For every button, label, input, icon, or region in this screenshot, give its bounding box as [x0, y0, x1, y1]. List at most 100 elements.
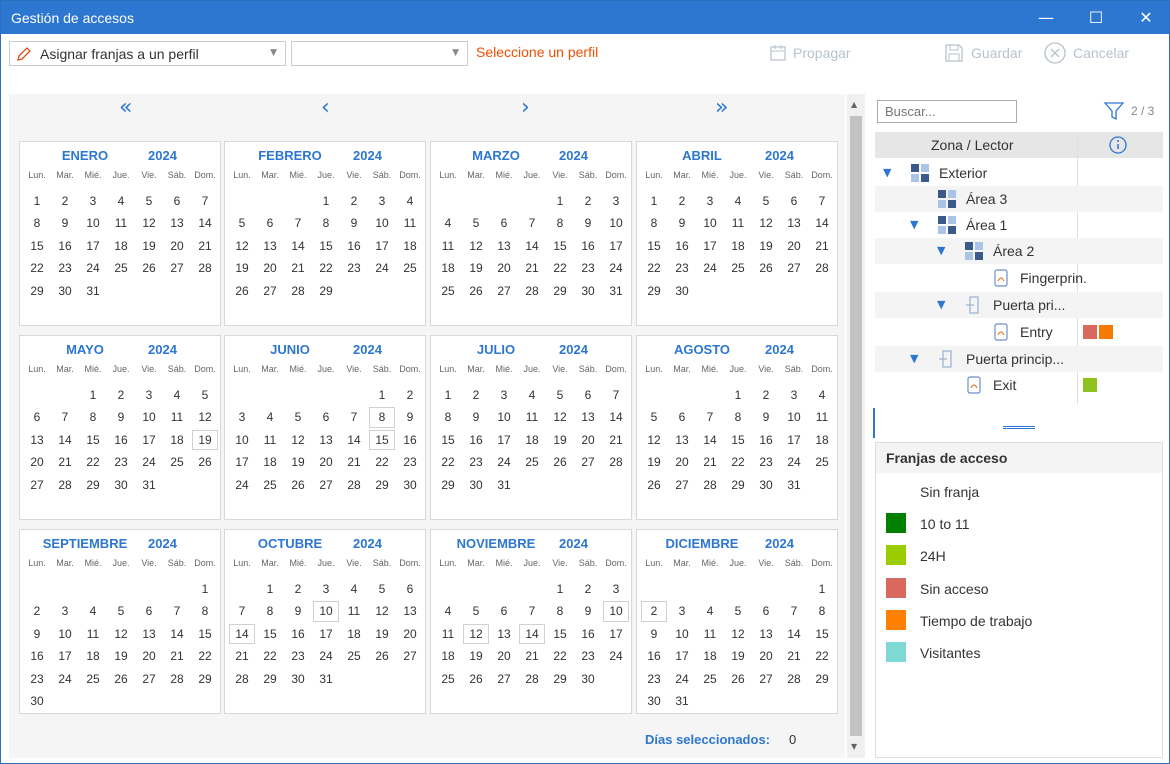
scrollbar-thumb[interactable]	[850, 116, 862, 736]
day-cell[interactable]: 15	[724, 429, 752, 451]
weekday-header[interactable]: Vie.	[340, 558, 368, 568]
day-cell[interactable]: 24	[51, 668, 79, 690]
day-cell[interactable]: 13	[312, 429, 340, 451]
weekday-header[interactable]: Lun.	[434, 558, 462, 568]
day-cell[interactable]: 15	[808, 623, 836, 645]
day-cell[interactable]: 27	[135, 668, 163, 690]
day-cell[interactable]: 6	[780, 190, 808, 212]
day-cell[interactable]: 25	[724, 257, 752, 279]
day-cell[interactable]: 27	[396, 645, 424, 667]
day-cell[interactable]: 17	[228, 451, 256, 473]
month-name[interactable]: NOVIEMBRE	[431, 536, 561, 551]
day-cell[interactable]: 16	[574, 235, 602, 257]
weekday-header[interactable]: Sáb.	[368, 558, 396, 568]
day-cell[interactable]: 17	[668, 645, 696, 667]
month-name[interactable]: JULIO	[431, 342, 561, 357]
day-cell[interactable]: 25	[79, 668, 107, 690]
day-cell[interactable]: 12	[640, 429, 668, 451]
day-cell[interactable]: 17	[312, 623, 340, 645]
day-cell[interactable]: 22	[434, 451, 462, 473]
day-cell[interactable]: 24	[668, 668, 696, 690]
day-cell[interactable]: 11	[724, 212, 752, 234]
day-cell[interactable]: 8	[368, 406, 396, 428]
day-cell[interactable]: 28	[602, 451, 630, 473]
month-name[interactable]: DICIEMBRE	[637, 536, 767, 551]
day-cell[interactable]: 6	[312, 406, 340, 428]
day-cell[interactable]: 15	[79, 429, 107, 451]
day-cell[interactable]: 16	[752, 429, 780, 451]
weekday-header[interactable]: Mar.	[256, 170, 284, 180]
day-cell[interactable]: 5	[107, 600, 135, 622]
weekday-header[interactable]: Jue.	[107, 558, 135, 568]
day-cell[interactable]: 1	[808, 578, 836, 600]
day-cell[interactable]: 5	[752, 190, 780, 212]
day-cell[interactable]: 14	[163, 623, 191, 645]
weekday-header[interactable]: Dom.	[396, 558, 424, 568]
day-cell[interactable]: 14	[780, 623, 808, 645]
day-cell[interactable]: 12	[462, 235, 490, 257]
day-cell[interactable]: 14	[340, 429, 368, 451]
tree-row[interactable]: ▼ Área 1	[875, 212, 1163, 238]
last-year-button[interactable]: »	[715, 96, 728, 120]
day-cell[interactable]: 22	[546, 257, 574, 279]
profile-select[interactable]: ▼	[291, 41, 468, 66]
weekday-header[interactable]: Vie.	[135, 364, 163, 374]
day-cell[interactable]: 11	[434, 623, 462, 645]
weekday-header[interactable]: Lun.	[640, 558, 668, 568]
maximize-button[interactable]: ☐	[1071, 1, 1121, 34]
weekday-header[interactable]: Mié.	[79, 558, 107, 568]
day-cell[interactable]: 16	[107, 429, 135, 451]
day-cell[interactable]: 20	[23, 451, 51, 473]
day-cell[interactable]: 24	[312, 645, 340, 667]
day-cell[interactable]: 25	[107, 257, 135, 279]
day-cell[interactable]: 21	[518, 645, 546, 667]
day-cell[interactable]: 11	[396, 212, 424, 234]
day-cell[interactable]: 24	[696, 257, 724, 279]
day-cell[interactable]: 19	[752, 235, 780, 257]
day-cell[interactable]: 4	[434, 212, 462, 234]
day-cell[interactable]: 31	[602, 280, 630, 302]
day-cell[interactable]: 29	[368, 474, 396, 496]
day-cell[interactable]: 22	[808, 645, 836, 667]
day-cell[interactable]: 2	[51, 190, 79, 212]
tree-row[interactable]: Entry	[875, 319, 1163, 345]
day-cell[interactable]: 6	[752, 600, 780, 622]
day-cell[interactable]: 12	[724, 623, 752, 645]
day-cell[interactable]: 16	[51, 235, 79, 257]
day-cell[interactable]: 13	[780, 212, 808, 234]
day-cell[interactable]: 26	[640, 474, 668, 496]
day-cell[interactable]: 25	[434, 668, 462, 690]
expand-toggle-icon[interactable]: ▼	[883, 166, 891, 179]
day-cell[interactable]: 6	[490, 600, 518, 622]
day-cell[interactable]: 25	[163, 451, 191, 473]
expand-toggle-icon[interactable]: ▼	[910, 218, 918, 231]
weekday-header[interactable]: Lun.	[23, 558, 51, 568]
day-cell[interactable]: 21	[808, 235, 836, 257]
day-cell[interactable]: 18	[256, 451, 284, 473]
day-cell[interactable]: 7	[780, 600, 808, 622]
day-cell[interactable]: 31	[490, 474, 518, 496]
day-cell[interactable]: 10	[780, 406, 808, 428]
day-cell[interactable]: 11	[696, 623, 724, 645]
day-cell[interactable]: 9	[668, 212, 696, 234]
weekday-header[interactable]: Mié.	[696, 364, 724, 374]
day-cell[interactable]: 19	[546, 429, 574, 451]
minimize-button[interactable]: —	[1021, 1, 1071, 34]
weekday-header[interactable]: Vie.	[752, 558, 780, 568]
day-cell[interactable]: 8	[79, 406, 107, 428]
day-cell[interactable]: 6	[135, 600, 163, 622]
weekday-header[interactable]: Vie.	[340, 170, 368, 180]
day-cell[interactable]: 29	[808, 668, 836, 690]
day-cell[interactable]: 7	[228, 600, 256, 622]
day-cell[interactable]: 4	[107, 190, 135, 212]
day-cell[interactable]: 14	[518, 623, 546, 645]
day-cell[interactable]: 21	[518, 257, 546, 279]
day-cell[interactable]: 9	[23, 623, 51, 645]
day-cell[interactable]: 7	[340, 406, 368, 428]
day-cell[interactable]: 19	[191, 429, 219, 451]
day-cell[interactable]: 21	[284, 257, 312, 279]
day-cell[interactable]: 28	[340, 474, 368, 496]
day-cell[interactable]: 8	[312, 212, 340, 234]
day-cell[interactable]: 19	[228, 257, 256, 279]
day-cell[interactable]: 22	[23, 257, 51, 279]
